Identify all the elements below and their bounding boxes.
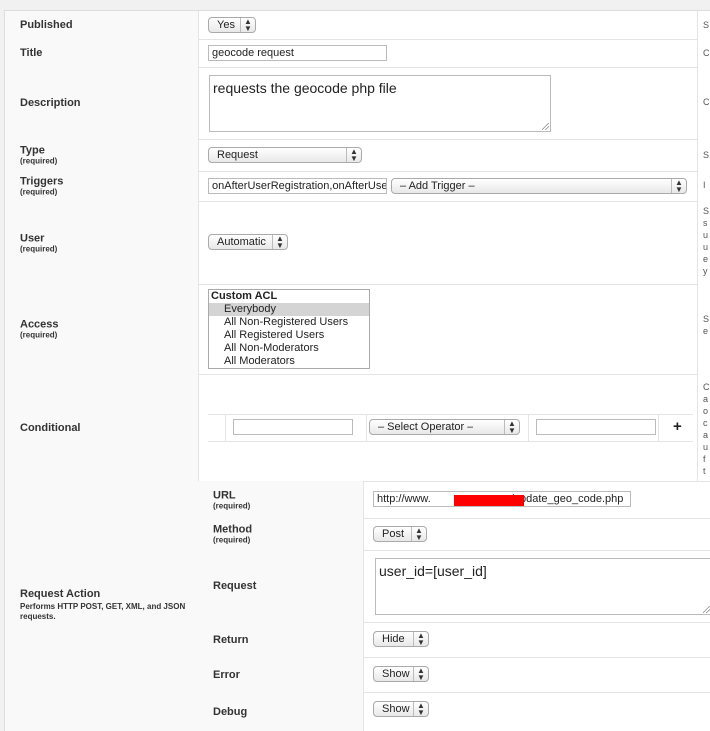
- request-action-label: Request Action: [20, 588, 101, 600]
- add-condition-icon[interactable]: +: [673, 418, 682, 435]
- trigger-form: Published Yes ▲ ▼ S Title geocode request …: [4, 10, 710, 731]
- updown-arrows-icon: ▲ ▼: [411, 527, 426, 542]
- updown-arrows-icon: ▲ ▼: [346, 148, 361, 163]
- access-group-label: Custom ACL: [211, 290, 278, 302]
- request-subrow: Request user_id=[user_id]: [198, 550, 710, 623]
- method-label: Method: [213, 523, 253, 536]
- updown-arrows-icon: ▲ ▼: [671, 179, 686, 194]
- return-label: Return: [213, 633, 249, 646]
- triggers-required: (required): [20, 187, 58, 197]
- conditional-label: Conditional: [20, 421, 81, 434]
- debug-select[interactable]: Show ▲ ▼: [373, 701, 429, 717]
- access-option[interactable]: All Registered Users: [209, 329, 369, 342]
- condition-operator-select[interactable]: – Select Operator – ▲ ▼: [369, 419, 520, 435]
- type-required: (required): [20, 156, 58, 166]
- updown-arrows-icon: ▲ ▼: [413, 702, 428, 717]
- request-action-row: Request Action Performs HTTP POST, GET, …: [5, 481, 710, 731]
- type-label: Type: [20, 144, 45, 157]
- updown-arrows-icon: ▲ ▼: [272, 235, 287, 250]
- access-row: Access (required) Custom ACL Everybody A…: [5, 284, 710, 375]
- description-textarea[interactable]: requests the geocode php file: [209, 75, 551, 132]
- access-required: (required): [20, 330, 58, 340]
- url-label: URL: [213, 489, 236, 501]
- access-option[interactable]: All Moderators: [209, 355, 369, 368]
- access-option[interactable]: Everybody: [209, 303, 369, 316]
- type-select[interactable]: Request ▲ ▼: [208, 147, 362, 163]
- resize-grip-icon[interactable]: [703, 606, 710, 613]
- error-subrow: Error Show ▲ ▼: [198, 657, 710, 693]
- url-input[interactable]: http://www./update_geo_code.php: [373, 491, 631, 507]
- description-label: Description: [20, 97, 81, 109]
- published-row: Published Yes ▲ ▼ S: [5, 11, 710, 40]
- title-row: Title geocode request C: [5, 39, 710, 68]
- add-trigger-select[interactable]: – Add Trigger – ▲ ▼: [391, 178, 687, 194]
- title-label: Title: [20, 47, 43, 59]
- request-action-sublabel: Performs HTTP POST, GET, XML, and JSON r…: [20, 602, 186, 621]
- access-option[interactable]: All Non-Moderators: [209, 342, 369, 355]
- user-select[interactable]: Automatic ▲ ▼: [208, 234, 288, 250]
- request-textarea[interactable]: user_id=[user_id]: [375, 558, 710, 615]
- url-subrow: URL (required) http://www./update_geo_co…: [198, 481, 710, 519]
- redaction-mark: [454, 495, 524, 506]
- method-select[interactable]: Post ▲ ▼: [373, 526, 427, 542]
- request-label: Request: [213, 580, 257, 592]
- updown-arrows-icon: ▲ ▼: [413, 667, 428, 682]
- return-select[interactable]: Hide ▲ ▼: [373, 631, 429, 647]
- error-label: Error: [213, 668, 240, 681]
- triggers-row: Triggers (required) onAfterUserRegistrat…: [5, 171, 710, 202]
- condition-rule: – Select Operator – ▲ ▼ +: [208, 414, 693, 442]
- conditional-row: Conditional – Select Operator – ▲ ▼ + C a …: [5, 374, 710, 482]
- title-input[interactable]: geocode request: [208, 45, 387, 61]
- error-select[interactable]: Show ▲ ▼: [373, 666, 429, 682]
- published-select[interactable]: Yes ▲ ▼: [208, 17, 256, 33]
- published-label: Published: [20, 19, 73, 31]
- resize-grip-icon[interactable]: [542, 123, 549, 130]
- url-required: (required): [213, 501, 251, 510]
- condition-field-input[interactable]: [233, 419, 353, 435]
- type-row: Type (required) Request ▲ ▼ S: [5, 139, 710, 172]
- triggers-input[interactable]: onAfterUserRegistration,onAfterUser: [208, 178, 387, 194]
- user-label: User: [20, 232, 45, 244]
- condition-value-input[interactable]: [536, 419, 656, 435]
- triggers-label: Triggers: [20, 175, 64, 188]
- debug-subrow: Debug Show ▲ ▼: [198, 692, 710, 731]
- updown-arrows-icon: ▲ ▼: [504, 420, 519, 435]
- access-option[interactable]: All Non-Registered Users: [209, 316, 369, 329]
- access-label: Access: [20, 318, 59, 331]
- return-subrow: Return Hide ▲ ▼: [198, 622, 710, 658]
- user-required: (required): [20, 244, 58, 253]
- user-row: User (required) Automatic ▲ ▼ S s u u e y: [5, 201, 710, 285]
- method-required: (required): [213, 535, 251, 545]
- updown-arrows-icon: ▲ ▼: [413, 632, 428, 647]
- access-listbox[interactable]: Custom ACL Everybody All Non-Registered …: [208, 289, 370, 369]
- description-row: Description requests the geocode php fil…: [5, 67, 710, 140]
- method-subrow: Method (required) Post ▲ ▼: [198, 518, 710, 551]
- debug-label: Debug: [213, 705, 248, 718]
- updown-arrows-icon: ▲ ▼: [240, 18, 255, 33]
